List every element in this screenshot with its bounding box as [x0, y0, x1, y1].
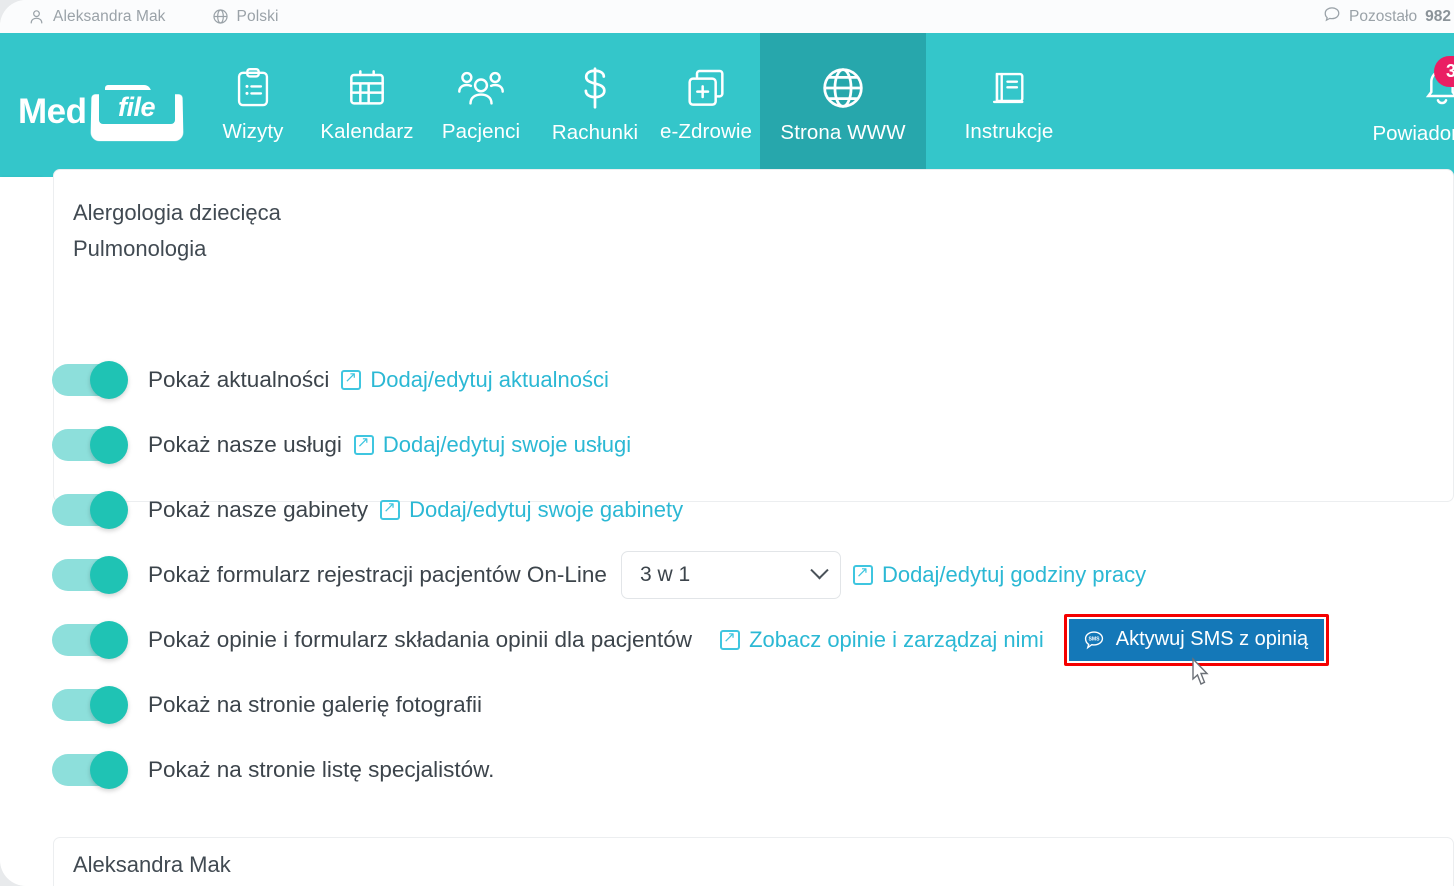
nav-label-powiadomienia: Powiadomienia [1372, 122, 1454, 145]
sms-button-highlight: SMS Aktywuj SMS z opinią [1063, 613, 1330, 685]
setting-label-opinie: Pokaż opinie i formularz składania opini… [148, 626, 693, 652]
nav-item-strona-www[interactable]: Strona WWW [760, 33, 926, 177]
chevron-down-icon [810, 561, 829, 580]
setting-label-specjalisci: Pokaż na stronie listę specjalistów. [148, 756, 495, 782]
external-link-icon [380, 498, 401, 520]
nav-item-ezdrowie[interactable]: e-Zdrowie [652, 33, 760, 177]
nav-label-strona-www: Strona WWW [780, 120, 906, 144]
logo-folder-icon: file [90, 83, 183, 142]
specialties-list: Alergologia dziecięca Pulmonologia [73, 170, 281, 268]
external-link-icon [353, 433, 374, 455]
toggle-gabinety[interactable] [52, 490, 128, 529]
link-edit-godziny-pracy[interactable]: Dodaj/edytuj godziny pracy [852, 561, 1147, 588]
toggle-galeria[interactable] [52, 685, 128, 724]
globe-icon [212, 8, 229, 25]
setting-row-gabinety: Pokaż nasze gabinety Dodaj/edytuj swoje … [42, 477, 1454, 542]
nav-label-pacjenci: Pacjenci [441, 119, 521, 143]
link-label-godziny-pracy: Dodaj/edytuj godziny pracy [881, 561, 1147, 587]
specialty-item-clipped [73, 170, 281, 195]
website-settings-toggles: Pokaż aktualności Dodaj/edytuj aktualnoś… [42, 347, 1454, 802]
specialty-item: Alergologia dziecięca [73, 199, 281, 225]
specialist-card: Aleksandra Mak [53, 837, 1454, 886]
toggle-aktualnosci[interactable] [52, 360, 128, 399]
external-link-icon [341, 368, 362, 390]
setting-label-rejestracja: Pokaż formularz rejestracji pacjentów On… [148, 561, 607, 587]
nav-item-wizyty[interactable]: Wizyty [196, 33, 310, 177]
logo-text-med: Med [18, 92, 87, 131]
link-edit-gabinety[interactable]: Dodaj/edytuj swoje gabinety [380, 497, 683, 523]
nav-label-wizyty: Wizyty [222, 119, 284, 143]
nav-item-rachunki[interactable]: Rachunki [538, 33, 652, 177]
user-account-item[interactable]: Aleksandra Mak [28, 8, 166, 26]
user-name-label: Aleksandra Mak [53, 7, 166, 25]
link-label-zobacz-opinie: Zobacz opinie i zarządzaj nimi [749, 626, 1044, 652]
speech-bubble-icon [1323, 5, 1341, 28]
nav-label-instrukcje: Instrukcje [964, 119, 1054, 143]
topbar-left-group: Aleksandra Mak Polski [28, 8, 279, 26]
toggle-opinie[interactable] [52, 620, 128, 659]
activate-sms-opinion-button[interactable]: SMS Aktywuj SMS z opinią [1068, 618, 1325, 661]
language-selector[interactable]: Polski [212, 8, 279, 26]
people-icon [458, 67, 504, 109]
setting-row-uslugi: Pokaż nasze usługi Dodaj/edytuj swoje us… [42, 412, 1454, 477]
top-utility-bar: Aleksandra Mak Polski Pozostało 982 [0, 0, 1454, 33]
setting-label-uslugi: Pokaż nasze usługi [148, 431, 342, 457]
quota-prefix-label: Pozostało [1349, 7, 1418, 25]
external-link-icon [720, 628, 741, 650]
setting-label-gabinety: Pokaż nasze gabinety [148, 496, 369, 522]
medfile-logo[interactable]: Med file [18, 83, 183, 142]
link-label-uslugi: Dodaj/edytuj swoje usługi [382, 431, 632, 457]
external-link-icon [852, 563, 873, 585]
nav-label-rachunki: Rachunki [551, 120, 639, 144]
toggle-specjalisci[interactable] [52, 750, 128, 789]
nav-item-list: Wizyty Kalendarz Pacjenci Rachunki e-Zdr… [196, 33, 1092, 177]
medical-file-icon [686, 67, 726, 109]
nav-item-instrukcje[interactable]: Instrukcje [926, 33, 1092, 177]
person-icon [28, 8, 45, 25]
calendar-icon [347, 67, 387, 109]
dollar-icon [578, 66, 612, 110]
book-icon [990, 67, 1028, 109]
app-window: Aleksandra Mak Polski Pozostało 982 Med … [0, 0, 1454, 886]
nav-label-ezdrowie: e-Zdrowie [659, 119, 753, 143]
link-edit-uslugi[interactable]: Dodaj/edytuj swoje usługi [353, 431, 632, 458]
sms-bubble-icon: SMS [1083, 629, 1105, 651]
setting-label-galeria: Pokaż na stronie galerię fotografii [148, 691, 482, 717]
logo-text-file: file [117, 91, 156, 122]
setting-label-aktualnosci: Pokaż aktualności [148, 366, 330, 392]
setting-row-opinie: Pokaż opinie i formularz składania opini… [42, 607, 1454, 685]
link-label-aktualnosci: Dodaj/edytuj aktualności [370, 366, 609, 392]
left-rail [0, 177, 42, 886]
specialist-name-label: Aleksandra Mak [73, 852, 231, 877]
setting-row-rejestracja: Pokaż formularz rejestracji pacjentów On… [42, 542, 1454, 607]
setting-row-galeria: Pokaż na stronie galerię fotografii [42, 672, 1454, 737]
registration-form-select[interactable]: 3 w 1 [620, 550, 841, 599]
svg-text:SMS: SMS [1088, 636, 1100, 642]
mouse-cursor-icon [1187, 656, 1217, 693]
nav-item-kalendarz[interactable]: Kalendarz [310, 33, 424, 177]
setting-row-specjalisci: Pokaż na stronie listę specjalistów. [42, 737, 1454, 802]
main-content: Alergologia dziecięca Pulmonologia Pokaż… [42, 169, 1454, 886]
clipboard-icon [234, 67, 272, 109]
nav-label-kalendarz: Kalendarz [320, 119, 414, 143]
link-zobacz-opinie[interactable]: Zobacz opinie i zarządzaj nimi [720, 627, 1044, 653]
toggle-uslugi[interactable] [52, 425, 128, 464]
quota-remaining-value: 982 [1425, 7, 1451, 25]
nav-item-powiadomienia[interactable]: Powiadomienia 38 [1352, 33, 1454, 177]
link-edit-aktualnosci[interactable]: Dodaj/edytuj aktualności [341, 366, 609, 393]
specialty-item: Pulmonologia [73, 236, 207, 261]
globe-icon [821, 66, 865, 110]
sms-button-label: Aktywuj SMS z opinią [1115, 628, 1309, 650]
nav-item-pacjenci[interactable]: Pacjenci [424, 33, 538, 177]
toggle-rejestracja[interactable] [52, 555, 128, 594]
link-label-gabinety: Dodaj/edytuj swoje gabinety [409, 496, 684, 522]
setting-row-aktualnosci: Pokaż aktualności Dodaj/edytuj aktualnoś… [42, 347, 1454, 412]
select-value-label: 3 w 1 [639, 562, 691, 586]
sms-quota-indicator: Pozostało 982 z 10 [1323, 0, 1454, 33]
main-navigation-bar: Med file Wizyty Kalendarz Pacjenci Rachu… [0, 33, 1454, 177]
language-label: Polski [236, 7, 279, 25]
